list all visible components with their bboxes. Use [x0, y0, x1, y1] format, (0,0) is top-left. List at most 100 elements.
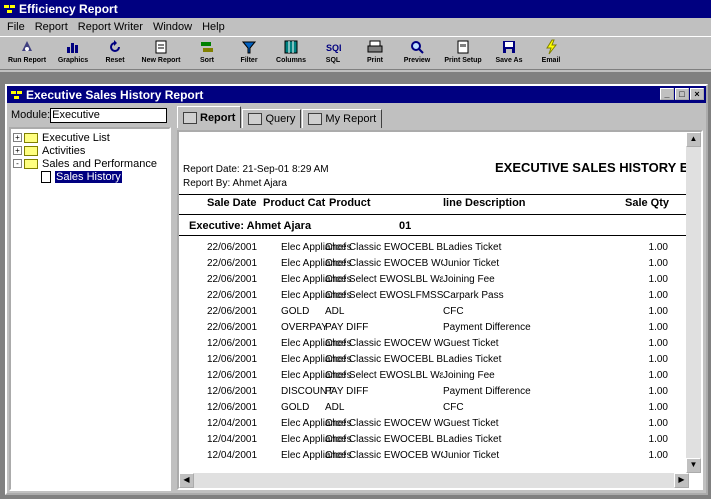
preview-button[interactable]: Preview	[396, 37, 438, 69]
tree-item-sales-and-performance[interactable]: - Sales and Performance	[13, 157, 169, 170]
filter-icon	[241, 39, 257, 55]
cell-product: Chef Select EWOSLBL Wa	[325, 370, 443, 381]
graphics-button[interactable]: Graphics	[52, 37, 94, 69]
table-row: 12/04/2001 Elec Appliances Chef Classic EW…	[179, 416, 690, 432]
collapse-icon[interactable]: -	[13, 159, 22, 168]
cell-product: Chef Select EWOSLFMSS	[325, 290, 443, 301]
tree-item-sales-history[interactable]: Sales History	[13, 170, 169, 183]
toolbar-label: Preview	[403, 57, 431, 64]
table-row: 12/04/2001 Elec Appliances Chef Classic EW…	[179, 432, 690, 448]
scroll-down-button[interactable]: ▼	[686, 458, 701, 473]
cell-product: Chef Classic EWOCEW WH	[325, 418, 443, 429]
cell-qty: 1.00	[648, 242, 668, 253]
window-icon	[11, 90, 23, 100]
cell-date: 22/06/2001	[207, 258, 258, 269]
print-setup-button[interactable]: Print Setup	[438, 37, 488, 69]
tab-label: Query	[265, 113, 296, 125]
table-row: 12/06/2001 Elec Appliances Chef Classic EW…	[179, 336, 690, 352]
toolbar-label: Email	[541, 57, 561, 64]
cell-desc: Guest Ticket	[443, 418, 499, 429]
cell-date: 22/06/2001	[207, 242, 258, 253]
minimize-button[interactable]: _	[660, 88, 674, 100]
scroll-left-button[interactable]: ◀	[179, 473, 194, 488]
menu-file[interactable]: File	[2, 21, 30, 33]
tab-strip: Report Query My Report	[175, 106, 706, 128]
right-pane: Report Query My Report Report Date: 21-Sep…	[175, 106, 706, 491]
cell-cat: OVERPAY	[281, 322, 328, 333]
save-as-button[interactable]: Save As	[488, 37, 530, 69]
print-button[interactable]: Print	[354, 37, 396, 69]
vertical-scrollbar[interactable]: ▲ ▼	[686, 132, 701, 473]
cell-date: 12/06/2001	[207, 354, 258, 365]
cell-desc: Ladies Ticket	[443, 434, 502, 445]
scroll-right-button[interactable]: ▶	[674, 473, 689, 488]
run-report-icon	[19, 39, 35, 55]
toolbar-label: Sort	[200, 57, 214, 64]
toolbar-label: Print Setup	[444, 57, 482, 64]
report-tab-icon	[183, 111, 197, 124]
menu-report[interactable]: Report	[30, 21, 73, 33]
tab-my-report[interactable]: My Report	[302, 109, 383, 128]
maximize-button[interactable]: □	[675, 88, 689, 100]
cell-qty: 1.00	[648, 418, 668, 429]
folder-icon	[24, 145, 38, 156]
cell-qty: 1.00	[648, 386, 668, 397]
cell-desc: Junior Ticket	[443, 258, 500, 269]
filter-button[interactable]: Filter	[228, 37, 270, 69]
report-view: Report Date: 21-Sep-01 8:29 AM Report By…	[177, 130, 703, 490]
group-executive-label: Executive: Ahmet Ajara	[189, 220, 312, 232]
cell-qty: 1.00	[648, 402, 668, 413]
cell-date: 12/06/2001	[207, 338, 258, 349]
sql-icon: SQL	[325, 39, 341, 55]
col-header-line-description: line Description	[443, 197, 526, 209]
email-icon	[543, 39, 559, 55]
columns-button[interactable]: Columns	[270, 37, 312, 69]
sql-button[interactable]: SQL SQL	[312, 37, 354, 69]
print-icon	[367, 39, 383, 55]
toolbar-label: Run Report	[7, 57, 47, 64]
reset-button[interactable]: Reset	[94, 37, 136, 69]
preview-icon	[409, 39, 425, 55]
cell-date: 22/06/2001	[207, 290, 258, 301]
menu-report-writer[interactable]: Report Writer	[73, 21, 148, 33]
tab-query[interactable]: Query	[242, 109, 302, 128]
col-header-product-cat: Product Cat	[263, 197, 326, 209]
new-report-button[interactable]: New Report	[136, 37, 186, 69]
cell-product: Chef Classic EWOCEB WO	[325, 450, 443, 461]
toolbar-label: Reset	[105, 57, 125, 64]
horizontal-scrollbar[interactable]: ◀ ▶	[179, 473, 689, 488]
menu-help[interactable]: Help	[197, 21, 230, 33]
cell-qty: 1.00	[648, 434, 668, 445]
new-report-icon	[153, 39, 169, 55]
header-bottom-rule	[179, 214, 690, 215]
tab-report[interactable]: Report	[177, 106, 242, 128]
tree-item-executive-list[interactable]: + Executive List	[13, 131, 169, 144]
module-input[interactable]	[50, 107, 168, 123]
cell-date: 12/06/2001	[207, 402, 258, 413]
cell-qty: 1.00	[648, 258, 668, 269]
cell-product: ADL	[325, 402, 345, 413]
run-report-button[interactable]: Run Report	[2, 37, 52, 69]
expand-icon[interactable]: +	[13, 146, 22, 155]
close-button[interactable]: ×	[690, 88, 704, 100]
report-window-titlebar[interactable]: Executive Sales History Report _ □ ×	[7, 86, 706, 103]
cell-desc: Payment Difference	[443, 322, 531, 333]
cell-desc: CFC	[443, 306, 464, 317]
menu-window[interactable]: Window	[148, 21, 197, 33]
cell-qty: 1.00	[648, 370, 668, 381]
tree-item-activities[interactable]: + Activities	[13, 144, 169, 157]
cell-date: 12/06/2001	[207, 370, 258, 381]
table-row: 22/06/2001 Elec Appliances Chef Classic EW…	[179, 240, 690, 256]
sort-button[interactable]: Sort	[186, 37, 228, 69]
col-header-product: Product	[329, 197, 371, 209]
scroll-up-button[interactable]: ▲	[686, 132, 701, 147]
cell-cat: GOLD	[281, 306, 310, 317]
table-row: 12/06/2001 GOLD ADL CFC 1.00	[179, 400, 690, 416]
table-row: 12/06/2001 DISCOUNT PAY DIFF Payment Differ…	[179, 384, 690, 400]
cell-desc: Joining Fee	[443, 274, 495, 285]
table-row: 12/06/2001 Elec Appliances Chef Classic EW…	[179, 352, 690, 368]
email-button[interactable]: Email	[530, 37, 572, 69]
left-pane: Module: + Executive List + Activities - Sales…	[9, 106, 171, 491]
expand-icon[interactable]: +	[13, 133, 22, 142]
reset-icon	[107, 39, 123, 55]
